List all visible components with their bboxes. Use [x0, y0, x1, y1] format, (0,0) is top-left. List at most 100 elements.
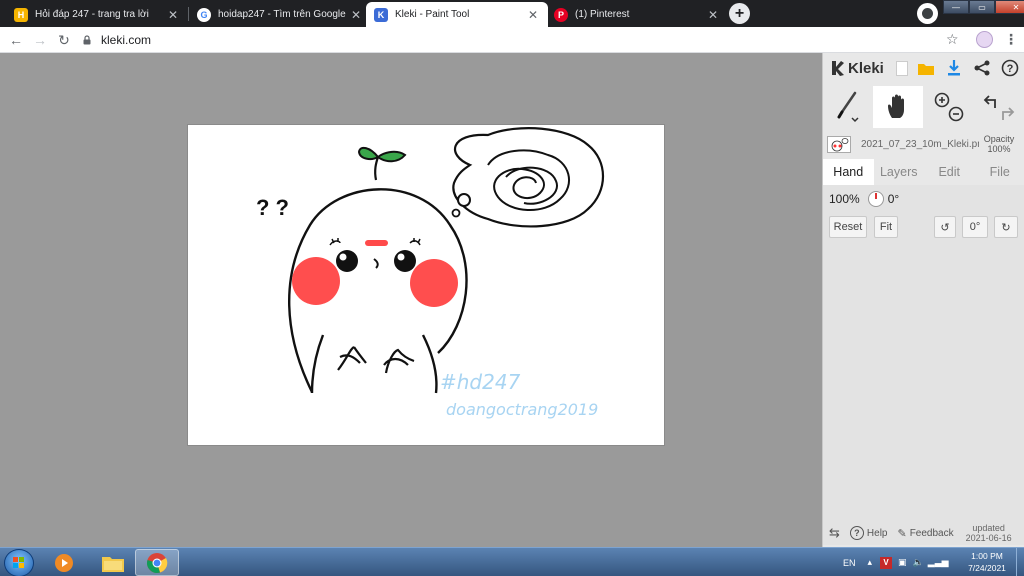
volume-icon[interactable]: 🔈 — [913, 557, 924, 568]
angle-reset-button[interactable]: 0° — [962, 216, 988, 238]
angle-value: 0° — [887, 192, 900, 206]
system-tray: EN ▴ V ▣ 🔈 ▂▃▅ — [843, 548, 949, 576]
hand-icon — [888, 94, 904, 118]
redo-icon[interactable] — [1002, 107, 1015, 120]
chrome-icon[interactable] — [135, 549, 179, 576]
address-bar[interactable]: kleki.com — [82, 29, 1000, 51]
brush-tool[interactable] — [823, 86, 873, 128]
tab-edit[interactable]: Edit — [924, 159, 975, 185]
browser-menu-icon[interactable]: ⋮ — [1004, 31, 1018, 48]
eyelashes-right — [409, 238, 421, 246]
help-icon[interactable]: ? — [1001, 59, 1019, 77]
close-window-button[interactable]: ✕ — [995, 0, 1024, 14]
sprout-stem — [374, 156, 380, 181]
close-tab-icon[interactable]: ✕ — [526, 8, 540, 22]
google-g-icon: G — [197, 7, 211, 22]
rotate-left-button[interactable]: ↺ — [934, 216, 956, 238]
hoidap-logo-icon: H — [14, 7, 28, 22]
download-icon[interactable] — [945, 59, 963, 77]
tab-pinterest[interactable]: P (1) Pinterest ✕ — [546, 2, 728, 27]
profile-avatar[interactable] — [976, 31, 993, 48]
tab-layers[interactable]: Layers — [874, 159, 925, 185]
browser-tab-strip: H Hỏi đáp 247 - trang tra lời ✕ G hoidap… — [0, 0, 1024, 27]
compass-icon — [867, 191, 884, 207]
antivirus-icon[interactable]: V — [880, 556, 893, 569]
close-tab-icon[interactable]: ✕ — [349, 8, 363, 22]
tab-file[interactable]: File — [975, 159, 1024, 185]
zoom-angle-readout: 100% 0° — [829, 191, 899, 207]
kleki-header: Kleki ? — [823, 53, 1024, 83]
new-file-icon[interactable] — [893, 59, 911, 77]
zoom-value: 100% — [829, 192, 860, 206]
back-arrow-icon[interactable]: ← — [7, 31, 25, 49]
opacity-display[interactable]: Opacity 100% — [979, 134, 1019, 154]
tab-search-icon[interactable] — [917, 3, 938, 24]
kleki-side-panel: Kleki ? 2021_07_23_10m_Kleki.png Opacity… — [822, 53, 1024, 547]
start-button[interactable] — [4, 549, 34, 576]
forward-arrow-icon[interactable]: → — [31, 31, 49, 49]
mouth — [373, 258, 379, 269]
zoom-in-icon[interactable] — [934, 92, 950, 108]
watermark-line1: #hd247 — [440, 370, 521, 394]
device-icon[interactable]: ▣ — [898, 557, 907, 568]
reload-icon[interactable]: ↻ — [55, 31, 73, 49]
language-indicator[interactable]: EN — [843, 558, 856, 568]
rotate-left-icon: ↺ — [940, 221, 950, 234]
feedback-link[interactable]: ✎ Feedback — [897, 527, 953, 540]
zoom-out-icon[interactable] — [948, 106, 964, 122]
new-tab-button[interactable]: + — [729, 3, 750, 24]
question-marks: ? ? — [256, 195, 289, 220]
layer-thumbnail — [827, 135, 851, 153]
sprout-leaf-right — [376, 150, 407, 163]
undo-redo-controls — [975, 86, 1023, 128]
window-controls: — ▭ ✕ — [943, 0, 1024, 14]
feedback-pencil-icon: ✎ — [897, 527, 907, 540]
tab-google-search[interactable]: G hoidap247 - Tìm trên Google ✕ — [189, 2, 371, 27]
drawing-svg: ? ? #hd247 doangoctrang2019 — [256, 127, 605, 419]
help-circle-icon: ? — [849, 526, 864, 540]
open-folder-icon[interactable] — [917, 59, 935, 77]
rotate-right-icon: ↻ — [1001, 221, 1011, 234]
rotate-right-button[interactable]: ↻ — [994, 216, 1018, 238]
maximize-button[interactable]: ▭ — [969, 0, 995, 14]
canvas-area[interactable]: ? ? #hd247 doangoctrang2019 — [0, 53, 822, 547]
clock-date: 7/24/2021 — [968, 563, 1006, 573]
share-icon[interactable] — [973, 59, 991, 77]
kleki-logo-icon — [832, 61, 844, 76]
hand-right — [383, 348, 415, 374]
close-tab-icon[interactable]: ✕ — [166, 8, 180, 22]
tray-expand-icon[interactable]: ▴ — [868, 557, 873, 568]
tab-kleki[interactable]: K Kleki - Paint Tool ✕ — [366, 2, 548, 27]
tab-hoidap247[interactable]: H Hỏi đáp 247 - trang tra lời ✕ — [6, 2, 188, 27]
close-tab-icon[interactable]: ✕ — [706, 8, 720, 22]
network-signal-icon[interactable]: ▂▃▅ — [928, 557, 949, 568]
hand-tool[interactable] — [873, 86, 923, 128]
show-desktop-button[interactable] — [1016, 548, 1024, 576]
file-explorer-icon[interactable] — [91, 549, 135, 576]
current-layer-row[interactable]: 2021_07_23_10m_Kleki.png Opacity 100% — [823, 131, 1024, 157]
tab-title: hoidap247 - Tìm trên Google — [218, 9, 346, 20]
layer-name: 2021_07_23_10m_Kleki.png — [861, 138, 979, 150]
opacity-label: Opacity — [983, 134, 1015, 144]
fit-button[interactable]: Fit — [874, 216, 898, 238]
drawing-canvas[interactable]: ? ? #hd247 doangoctrang2019 — [188, 125, 664, 445]
opacity-value: 100% — [987, 144, 1011, 154]
tab-hand[interactable]: Hand — [823, 159, 874, 185]
windows-taskbar: EN ▴ V ▣ 🔈 ▂▃▅ 1:00 PM 7/24/2021 — [0, 547, 1024, 576]
bookmark-star-icon[interactable]: ☆ — [946, 31, 959, 48]
character-body-right — [421, 334, 438, 394]
minimize-button[interactable]: — — [943, 0, 969, 14]
kleki-logo[interactable]: Kleki — [829, 59, 884, 77]
hand-tab-content: 100% 0° Reset Fit ↺ 0° ↻ — [823, 185, 1024, 545]
help-link[interactable]: ? Help — [849, 526, 887, 540]
undo-icon[interactable] — [983, 95, 996, 108]
url-text: kleki.com — [101, 33, 152, 47]
panel-tabs: Hand Layers Edit File — [823, 159, 1024, 185]
reset-button[interactable]: Reset — [829, 216, 867, 238]
updated-info[interactable]: updated 2021-06-16 — [966, 523, 1012, 543]
windows-media-player-icon[interactable] — [42, 549, 86, 576]
feedback-label: Feedback — [909, 527, 954, 539]
swap-side-icon[interactable]: ⇆ — [829, 525, 840, 541]
taskbar-clock[interactable]: 1:00 PM 7/24/2021 — [960, 550, 1014, 574]
browser-toolbar: ← → ↻ kleki.com ☆ ⋮ — [0, 27, 1024, 53]
